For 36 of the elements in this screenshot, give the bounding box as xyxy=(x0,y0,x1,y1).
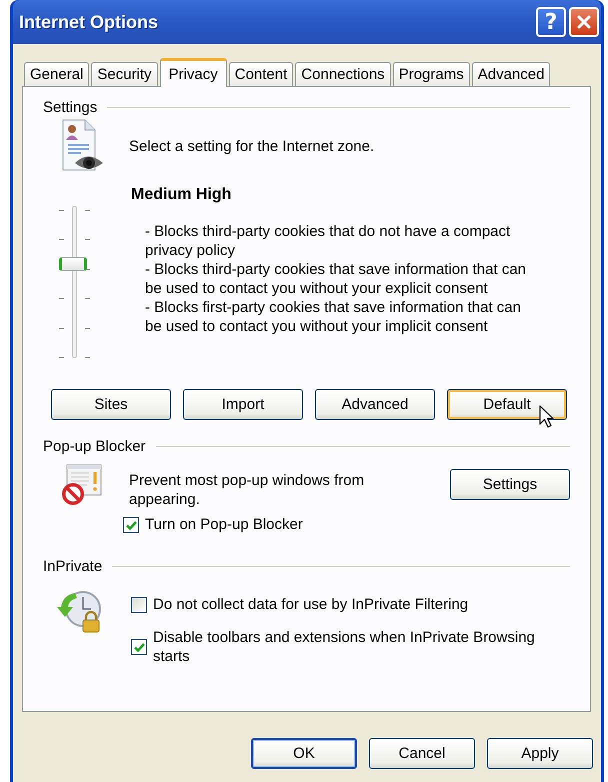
tab[interactable]: Privacy xyxy=(160,58,227,87)
close-button[interactable] xyxy=(569,7,599,37)
checkbox-label: Turn on Pop-up Blocker xyxy=(145,515,303,534)
description-text: Prevent most pop-up windows from appearing. xyxy=(129,471,366,509)
mouse-cursor-icon xyxy=(539,405,555,429)
checkbox[interactable] xyxy=(131,639,147,655)
dialog-button[interactable]: Cancel xyxy=(369,738,475,769)
level-name: Medium High xyxy=(131,186,232,204)
tab[interactable]: Advanced xyxy=(472,62,550,86)
prompt-text: Select a setting for the Internet zone. xyxy=(129,138,374,154)
dialog-button[interactable]: Default xyxy=(447,389,567,420)
dialog-button[interactable]: Advanced xyxy=(315,389,435,420)
checkbox-label: Do not collect data for use by InPrivate Filtering xyxy=(153,595,470,614)
description-text: - Blocks first-party cookies that save information that can be used to contact you without your implicit consent xyxy=(145,298,522,336)
dialog-button[interactable]: Sites xyxy=(51,389,171,420)
dialog-button[interactable]: Import xyxy=(183,389,303,420)
group-heading: Pop-up Blocker xyxy=(43,438,146,455)
settings-button[interactable]: Settings xyxy=(450,469,570,500)
group-heading: InPrivate xyxy=(43,558,102,575)
checkbox-row[interactable]: Do not collect data for use by InPrivate Filtering xyxy=(131,595,563,614)
group-heading: Settings xyxy=(43,99,98,116)
close-icon xyxy=(576,14,592,30)
checkbox-row[interactable]: Turn on Pop-up Blocker xyxy=(123,515,576,534)
tab[interactable]: Content xyxy=(228,62,294,86)
tab[interactable]: Programs xyxy=(392,62,470,86)
tab[interactable]: General xyxy=(24,62,90,86)
tab[interactable]: Connections xyxy=(295,62,391,86)
description-text: - Blocks third-party cookies that do not have a compact privacy policy xyxy=(145,222,512,260)
checkbox[interactable] xyxy=(131,597,147,613)
help-button[interactable]: ? xyxy=(536,7,566,37)
description-text: - Blocks third-party cookies that save information that can be used to contact you without your explicit consent xyxy=(145,260,528,298)
dialog-button[interactable]: OK xyxy=(251,738,357,769)
window-title: Internet Options xyxy=(19,12,159,32)
checkbox[interactable] xyxy=(123,517,139,533)
dialog-button[interactable]: Apply xyxy=(487,738,593,769)
tab[interactable]: Security xyxy=(91,62,158,86)
